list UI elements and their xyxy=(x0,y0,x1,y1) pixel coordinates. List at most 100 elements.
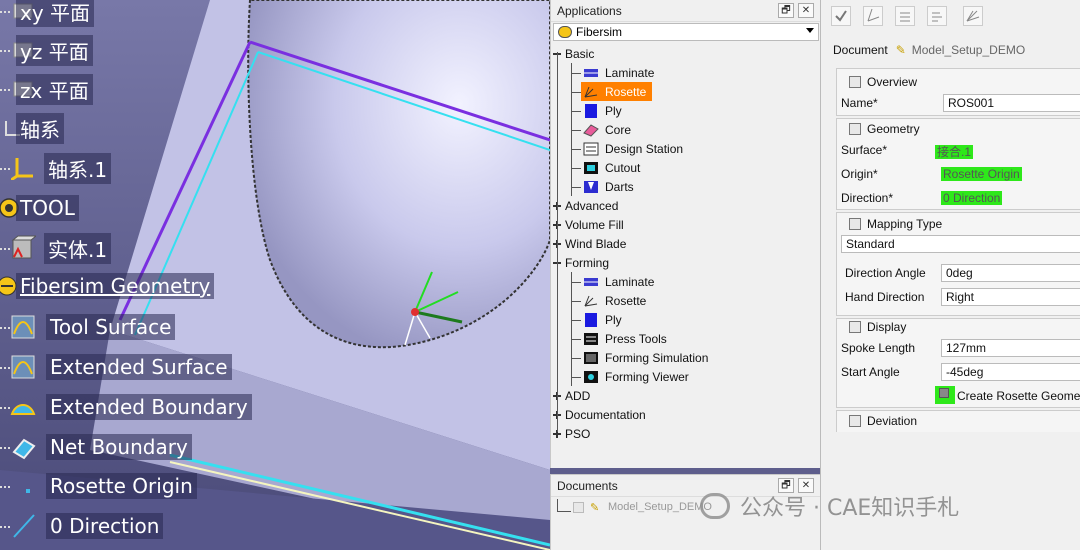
ply-tool-icon[interactable] xyxy=(927,6,947,26)
tree-category-basic[interactable]: Basic xyxy=(553,44,594,63)
forming-viewer-icon xyxy=(583,370,599,384)
direction-angle-input[interactable]: 0deg xyxy=(941,264,1080,282)
tree-node-label: Tool Surface xyxy=(46,314,176,340)
group-title: Geometry xyxy=(867,122,920,136)
tree-item-label: Design Station xyxy=(605,141,684,156)
overview-header[interactable]: Overview xyxy=(849,75,917,89)
tree-node-label: Rosette Origin xyxy=(46,473,197,499)
line-icon xyxy=(10,513,36,539)
panel-title: Documents xyxy=(557,479,618,493)
tree-item-press-tools[interactable]: Press Tools xyxy=(581,329,673,348)
origin-label: Origin* xyxy=(841,167,878,181)
spoke-length-input[interactable]: 127mm xyxy=(941,339,1080,357)
tree-category-wind-blade[interactable]: Wind Blade xyxy=(553,234,626,253)
document-name: Model_Setup_DEMO xyxy=(911,43,1026,57)
tree-node-label: zx 平面 xyxy=(16,73,93,105)
tree-item-label: Volume Fill xyxy=(565,217,624,232)
tree-item-label: Press Tools xyxy=(605,331,667,346)
mapping-type-select[interactable]: Standard xyxy=(841,235,1080,253)
watermark-text: 公众号 · CAE知识手札 xyxy=(740,496,960,521)
tree-item-cutout[interactable]: Cutout xyxy=(581,158,646,177)
rosette-icon xyxy=(583,294,599,308)
tree-item-core[interactable]: Core xyxy=(581,120,637,139)
tree-category-volume-fill[interactable]: Volume Fill xyxy=(553,215,624,234)
tree-item-darts[interactable]: Darts xyxy=(581,177,640,196)
axis-system-icon xyxy=(10,155,36,181)
document-checkbox[interactable] xyxy=(573,501,584,513)
tree-item-rosette[interactable]: Rosette xyxy=(581,291,652,310)
document-label: Document xyxy=(833,43,888,57)
hand-direction-select[interactable]: Right xyxy=(941,288,1080,306)
chevron-down-icon xyxy=(806,28,814,33)
start-angle-label: Start Angle xyxy=(841,365,900,379)
rosette-properties-panel: Document ✎ Model_Setup_DEMO Overview Nam… xyxy=(820,0,1080,550)
tree-item-label: Forming Simulation xyxy=(605,350,709,365)
create-geometry-checkbox[interactable] xyxy=(935,386,955,404)
tree-category-advanced[interactable]: Advanced xyxy=(553,196,618,215)
surface-label: Surface* xyxy=(841,143,888,157)
rosette-tool-icon[interactable] xyxy=(863,6,883,26)
laminate-tool-icon[interactable] xyxy=(895,6,915,26)
group-title: Mapping Type xyxy=(867,217,943,231)
tree-node-label: 实体.1 xyxy=(44,232,112,264)
pencil-icon: ✎ xyxy=(590,502,600,514)
surface-icon xyxy=(10,354,36,380)
tree-item-rosette[interactable]: Rosette xyxy=(581,82,653,101)
surface-value: 接合.1 xyxy=(935,145,974,159)
tree-category-documentation[interactable]: Documentation xyxy=(553,405,646,424)
3d-viewport[interactable]: xy 平面 yz 平面 zx 平面 轴系 轴系.1 TOOL 实体.1 Fibe… xyxy=(0,0,550,550)
collapse-icon xyxy=(849,321,861,333)
collapse-icon xyxy=(849,415,861,427)
ply-icon xyxy=(583,103,599,118)
surface-icon xyxy=(10,314,36,340)
tree-item-label: Darts xyxy=(605,179,634,194)
tree-item-laminate[interactable]: Laminate xyxy=(581,63,660,82)
tree-item-ply[interactable]: Ply xyxy=(581,310,628,329)
name-input[interactable]: ROS001 xyxy=(943,94,1080,112)
document-row: Document ✎ Model_Setup_DEMO xyxy=(833,43,1025,57)
tree-item-ply[interactable]: Ply xyxy=(581,101,628,120)
checkmark-tool-icon[interactable] xyxy=(831,6,851,26)
start-angle-input[interactable]: -45deg xyxy=(941,363,1080,381)
pencil-icon: ✎ xyxy=(895,43,906,57)
tree-category-add[interactable]: ADD xyxy=(553,386,590,405)
display-header[interactable]: Display xyxy=(849,320,906,334)
boundary-icon xyxy=(10,394,36,420)
name-label: Name* xyxy=(841,96,878,110)
origin-field[interactable]: Rosette Origin xyxy=(941,167,1022,181)
geometry-header[interactable]: Geometry xyxy=(849,122,920,136)
tree-node-label: Net Boundary xyxy=(46,434,192,460)
tree-item-forming-viewer[interactable]: Forming Viewer xyxy=(581,367,695,386)
tree-category-pso[interactable]: PSO xyxy=(553,424,590,443)
tree-item-label: PSO xyxy=(565,426,591,441)
direction-field[interactable]: 0 Direction xyxy=(941,191,1003,205)
group-title: Display xyxy=(867,320,907,334)
collapse-icon xyxy=(849,123,861,135)
restore-panel-button[interactable]: 🗗 xyxy=(778,3,794,18)
tree-item-label: Laminate xyxy=(605,274,655,289)
tree-item-label: Advanced xyxy=(565,198,619,213)
surface-field[interactable]: 接合.1 xyxy=(935,143,974,160)
tree-item-forming-simulation[interactable]: Forming Simulation xyxy=(581,348,714,367)
close-panel-button[interactable]: ✕ xyxy=(798,3,814,18)
tree-node-label: 轴系 xyxy=(16,112,64,144)
spoke-length-label: Spoke Length xyxy=(841,341,916,355)
tree-category-forming[interactable]: Forming xyxy=(553,253,609,272)
collapse-icon xyxy=(849,218,861,230)
tree-node-label: TOOL xyxy=(16,195,79,221)
application-select[interactable]: Fibersim xyxy=(553,23,819,41)
laminate-icon xyxy=(583,275,599,289)
darts-icon xyxy=(583,180,599,194)
tree-node-label: Fibersim Geometry xyxy=(16,273,215,299)
mapping-type-header[interactable]: Mapping Type xyxy=(849,217,942,231)
panel-title: Applications xyxy=(557,4,622,18)
deviation-header[interactable]: Deviation xyxy=(849,414,917,428)
tree-item-design-station[interactable]: Design Station xyxy=(581,139,689,158)
group-title: Deviation xyxy=(867,414,918,428)
tree-item-label: Basic xyxy=(565,46,595,61)
tree-item-laminate[interactable]: Laminate xyxy=(581,272,660,291)
tree-item-label: Core xyxy=(605,122,632,137)
rosette-create-icon[interactable] xyxy=(963,6,983,26)
tree-item-label: Ply xyxy=(605,103,622,118)
document-item[interactable]: ✎ Model_Setup_DEMO xyxy=(573,501,712,514)
